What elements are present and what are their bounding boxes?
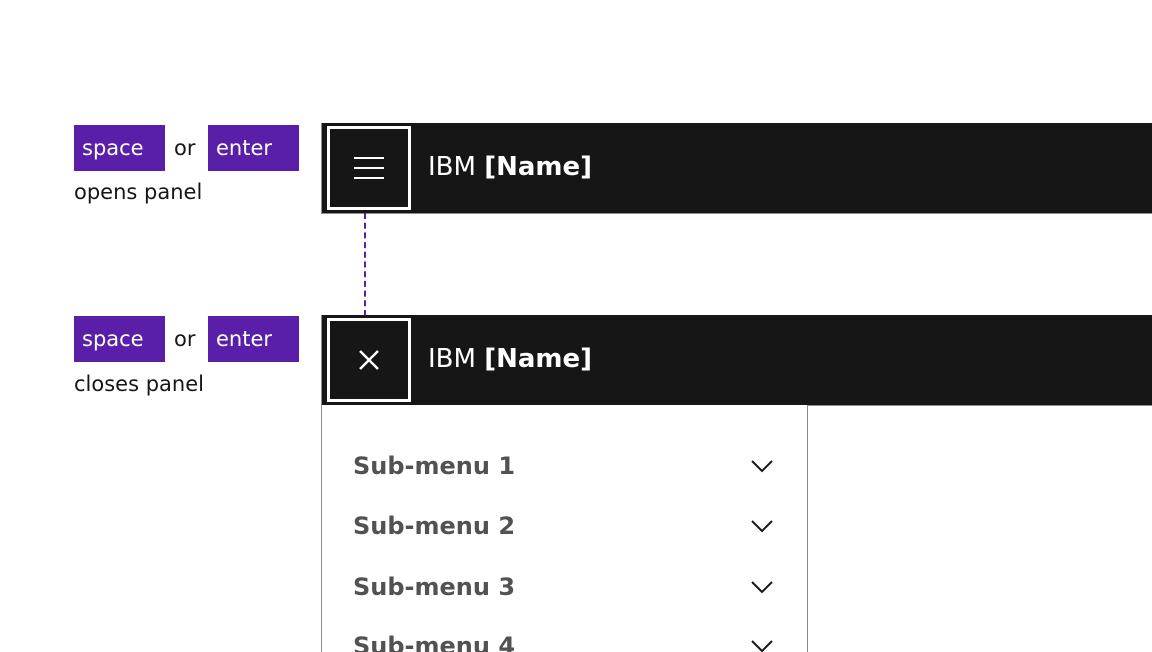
chevron-down-icon [751,640,773,652]
side-nav-submenu[interactable]: Sub-menu 1 [322,436,807,496]
side-nav-submenu[interactable]: Sub-menu 4 [322,616,807,652]
space-key-badge: space [74,125,165,171]
submenu-label: Sub-menu 3 [353,573,516,601]
side-nav-submenu[interactable]: Sub-menu 3 [322,557,807,617]
chevron-down-icon [751,520,773,533]
space-key-badge: space [74,316,165,362]
close-menu-button[interactable] [327,318,411,402]
brand-prefix: IBM [428,152,476,182]
closes-panel-caption: closes panel [74,372,204,396]
submenu-label: Sub-menu 4 [353,632,516,652]
brand-name: [Name] [484,344,592,374]
header-brand[interactable]: IBM [Name] [428,315,592,404]
ui-shell-header-expanded: IBM [Name] [321,315,1152,406]
hamburger-menu-icon [354,157,384,179]
brand-name: [Name] [484,152,592,182]
chevron-down-icon [751,581,773,594]
close-icon [359,350,379,370]
side-nav-submenu[interactable]: Sub-menu 2 [322,496,807,556]
opens-panel-caption: opens panel [74,180,203,204]
keyboard-interaction-diagram: space or enter opens panel IBM [Name] sp… [0,0,1152,652]
or-text: or [174,136,196,160]
brand-prefix: IBM [428,344,476,374]
enter-key-badge: enter [208,316,299,362]
header-brand[interactable]: IBM [Name] [428,123,592,212]
submenu-label: Sub-menu 2 [353,512,516,540]
enter-key-badge: enter [208,125,299,171]
chevron-down-icon [751,460,773,473]
or-text: or [174,327,196,351]
side-nav-panel: Sub-menu 1 Sub-menu 2 Sub-menu 3 Sub-men… [321,405,808,652]
ui-shell-header-collapsed: IBM [Name] [321,123,1152,214]
focus-connector-line [364,213,366,316]
submenu-label: Sub-menu 1 [353,452,516,480]
hamburger-menu-button[interactable] [327,126,411,210]
